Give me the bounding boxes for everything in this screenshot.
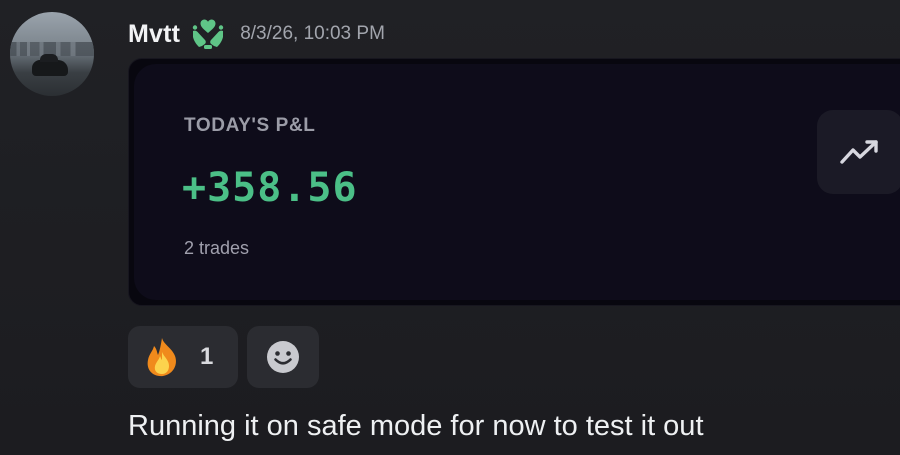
reaction-count: 1	[200, 343, 214, 370]
add-reaction-button[interactable]	[247, 326, 319, 388]
reactions-bar: 1	[128, 326, 319, 388]
pnl-card: TODAY'S P&L +358.56 2 trades	[128, 58, 900, 306]
pnl-value: +358.56	[182, 165, 358, 211]
avatar[interactable]	[10, 12, 94, 96]
message-text: Running it on safe mode for now to test …	[128, 410, 704, 442]
trending-up-icon	[840, 140, 878, 164]
trades-count: 2 trades	[184, 238, 250, 258]
pnl-label: TODAY'S P&L	[184, 115, 316, 136]
message-header: Mvtt 8/3/26, 10:03 PM	[128, 14, 385, 54]
timestamp: 8/3/26, 10:03 PM	[240, 23, 385, 44]
trend-button[interactable]	[817, 110, 900, 194]
pnl-card-panel: TODAY'S P&L +358.56 2 trades	[134, 64, 900, 300]
add-reaction-smiley-icon	[267, 341, 299, 373]
heart-hands-icon[interactable]	[190, 16, 226, 52]
avatar-car	[32, 54, 68, 76]
username[interactable]: Mvtt	[128, 20, 180, 49]
fire-emoji-icon	[147, 338, 176, 377]
chat-message: Mvtt 8/3/26, 10:03 PM TODAY'S P&L +358.5…	[0, 0, 900, 455]
reaction-fire[interactable]: 1	[128, 326, 238, 388]
